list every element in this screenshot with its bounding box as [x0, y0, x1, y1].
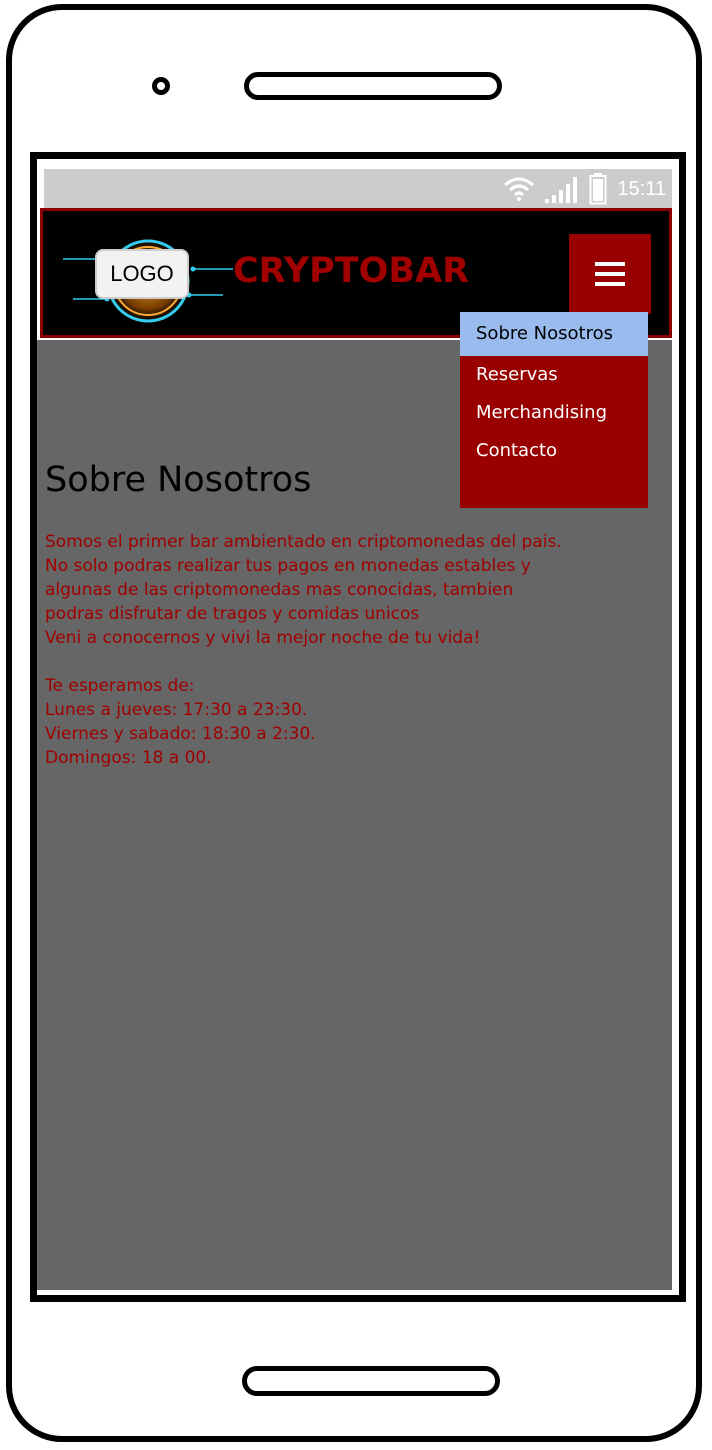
paragraph: Veni a conocernos y vivi la mejor noche … [45, 628, 481, 648]
schedule-line: Lunes a jueves: 17:30 a 23:30. [45, 700, 308, 720]
status-bar: 15:11 [44, 169, 672, 209]
nav-dropdown-menu: Sobre Nosotros Reservas Merchandising Co… [460, 312, 648, 508]
hamburger-icon [595, 262, 625, 286]
paragraph: No solo podras realizar tus pagos en mon… [45, 556, 531, 624]
brand-name: CRYPTOBAR [233, 251, 470, 291]
battery-icon [589, 173, 607, 205]
hamburger-menu-button[interactable] [569, 234, 651, 314]
nav-item-merchandising[interactable]: Merchandising [460, 394, 648, 432]
wifi-icon [504, 177, 535, 201]
nav-item-reservas[interactable]: Reservas [460, 356, 648, 394]
nav-item-contacto[interactable]: Contacto [460, 432, 648, 470]
logo[interactable]: LOGO [95, 249, 189, 299]
schedule-heading: Te esperamos de: [45, 676, 195, 696]
nav-item-sobre-nosotros[interactable]: Sobre Nosotros [460, 312, 648, 356]
speaker-grille [244, 72, 502, 100]
phone-screen: 15:11 LOGO CRYPTOBAR Sobre Nosotros Somo… [30, 152, 686, 1302]
schedule-line: Viernes y sabado: 18:30 a 2:30. [45, 724, 316, 744]
home-button[interactable] [242, 1366, 500, 1396]
about-text: Somos el primer bar ambientado en cripto… [45, 530, 565, 770]
paragraph: Somos el primer bar ambientado en cripto… [45, 532, 562, 552]
signal-icon [545, 177, 578, 203]
schedule-line: Domingos: 18 a 00. [45, 748, 212, 768]
camera-icon [152, 77, 170, 95]
page-title: Sobre Nosotros [45, 460, 312, 500]
status-time: 15:11 [617, 177, 666, 200]
